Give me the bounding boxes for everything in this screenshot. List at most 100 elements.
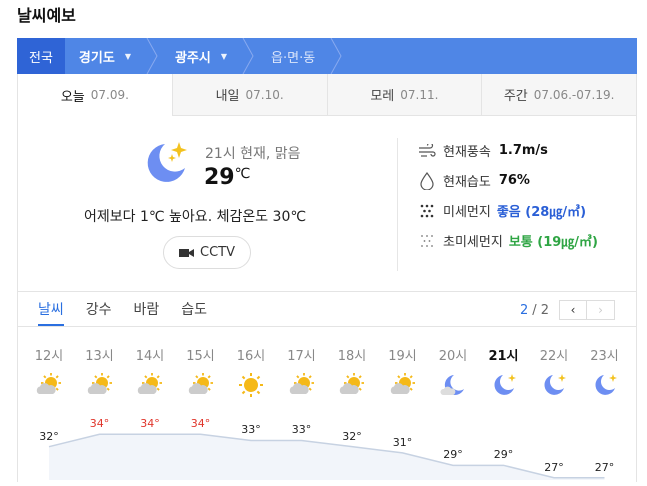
partly-cloudy-sun-icon bbox=[186, 372, 216, 398]
temperature-label: 34° bbox=[89, 417, 110, 431]
chevron-right-icon bbox=[241, 38, 257, 74]
divider bbox=[18, 326, 636, 327]
page-title: 날씨예보 bbox=[17, 6, 76, 25]
hour-label: 13시 bbox=[85, 349, 114, 364]
fine-dust-stat: 초미세먼지 보통 (19㎍/㎥) bbox=[418, 231, 598, 250]
tab-label: 모레 bbox=[370, 89, 395, 104]
tab-humidity[interactable]: 습도 bbox=[181, 299, 207, 326]
tab-day-after[interactable]: 모레 07.11. bbox=[326, 74, 482, 116]
temperature-label: 31° bbox=[392, 435, 413, 449]
cctv-button[interactable]: CCTV bbox=[163, 236, 251, 269]
temperature-unit: ℃ bbox=[234, 166, 251, 182]
partly-cloudy-sun-icon bbox=[85, 372, 115, 398]
next-button[interactable]: › bbox=[587, 300, 616, 320]
tab-label: 오늘 bbox=[60, 89, 85, 105]
temperature-label: 29° bbox=[493, 448, 514, 462]
tab-today[interactable]: 오늘 07.09. bbox=[18, 74, 172, 116]
current-weather-panel: 21시 현재, 맑음 29℃ 어제보다 1℃ 높아요. 체감온도 30℃ CCT… bbox=[17, 116, 637, 292]
partly-cloudy-sun-icon bbox=[388, 372, 418, 398]
hour-label: 22시 bbox=[539, 349, 569, 364]
breadcrumb-town[interactable]: 읍·면·동 bbox=[257, 38, 329, 74]
tab-weekly[interactable]: 주간 07.06.-07.19. bbox=[481, 74, 636, 116]
partly-cloudy-sun-icon bbox=[34, 372, 64, 398]
temperature-label: 34° bbox=[190, 417, 211, 431]
tab-date: 07.09. bbox=[90, 88, 129, 102]
temperature-label: 33° bbox=[291, 423, 312, 437]
temperature-label: 32° bbox=[342, 429, 362, 443]
tab-tomorrow[interactable]: 내일 07.10. bbox=[171, 74, 327, 116]
sun-icon bbox=[236, 372, 266, 398]
hour-label: 23시 bbox=[590, 349, 619, 364]
partly-cloudy-sun-icon bbox=[287, 372, 317, 398]
stat-label: 미세먼지 bbox=[443, 205, 491, 220]
tab-date: 07.10. bbox=[245, 87, 284, 102]
current-status: 21시 현재, 맑음 bbox=[205, 146, 301, 162]
temperature-label: 33° bbox=[241, 423, 261, 437]
humidity-icon bbox=[418, 171, 436, 190]
moon-cloud-icon bbox=[438, 372, 468, 398]
stat-label: 현재풍속 bbox=[443, 145, 491, 160]
temperature-comparison: 어제보다 1℃ 높아요. 체감온도 30℃ bbox=[84, 209, 307, 225]
hourly-forecast: 날씨 강수 바람 습도 2 / 2 ‹ › 12시 13시 14시 15시 16시 17시… bbox=[17, 292, 637, 482]
day-tabs: 오늘 07.09. 내일 07.10. 모레 07.11. 주간 07.06.-07.1… bbox=[17, 74, 637, 116]
divider bbox=[397, 138, 398, 271]
stat-label: 현재습도 bbox=[443, 175, 491, 190]
tab-wind[interactable]: 바람 bbox=[134, 299, 160, 326]
temperature-label: 34° bbox=[140, 417, 160, 431]
breadcrumb-nation[interactable]: 전국 bbox=[17, 38, 65, 74]
moon-star-icon bbox=[590, 372, 620, 398]
tab-precipitation[interactable]: 강수 bbox=[86, 299, 112, 326]
stat-value: 1.7m/s bbox=[498, 143, 548, 158]
partly-cloudy-sun-icon bbox=[337, 372, 367, 398]
moon-star-icon bbox=[489, 372, 519, 398]
dust-icon bbox=[418, 202, 436, 220]
partly-cloudy-sun-icon bbox=[135, 372, 165, 398]
hour-label: 17시 bbox=[287, 349, 316, 364]
hour-label: 18시 bbox=[337, 349, 367, 364]
dust-value: 좋음 (28㎍/㎥) bbox=[496, 205, 587, 220]
breadcrumb-town-label: 읍·면·동 bbox=[271, 50, 316, 66]
tab-date: 07.06.-07.19. bbox=[533, 87, 615, 102]
stat-label: 초미세먼지 bbox=[443, 235, 503, 250]
hour-label: 20시 bbox=[438, 349, 468, 364]
temperature-label: 27° bbox=[544, 460, 564, 474]
temperature-label: 27° bbox=[594, 460, 615, 474]
breadcrumb-city-label: 광주시 bbox=[174, 50, 211, 66]
breadcrumb-city[interactable]: 광주시 ▼ bbox=[161, 38, 241, 74]
camera-icon bbox=[179, 248, 194, 257]
breadcrumb: 전국 경기도 ▼ 광주시 ▼ 읍·면·동 bbox=[17, 38, 637, 74]
wind-stat: 현재풍속 1.7m/s bbox=[418, 141, 548, 160]
dust-stat: 미세먼지 좋음 (28㎍/㎥) bbox=[418, 201, 586, 220]
hour-label: 15시 bbox=[186, 349, 215, 364]
hour-label: 16시 bbox=[236, 349, 266, 364]
tab-weather[interactable]: 날씨 bbox=[38, 299, 64, 326]
temperature-label: 29° bbox=[443, 448, 463, 462]
pager-current: 2 bbox=[520, 302, 529, 318]
hour-label: 14시 bbox=[135, 349, 165, 364]
tab-label: 내일 bbox=[215, 89, 240, 104]
stat-value: 76% bbox=[498, 173, 530, 188]
fine-dust-value: 보통 (19㎍/㎥) bbox=[508, 235, 598, 250]
temperature-label: 32° bbox=[39, 429, 59, 443]
chevron-right-icon bbox=[145, 38, 161, 74]
chevron-right-icon bbox=[329, 38, 345, 74]
fine-dust-icon bbox=[418, 232, 436, 250]
prev-button[interactable]: ‹ bbox=[559, 300, 588, 320]
hour-label: 19시 bbox=[388, 349, 417, 364]
pager-total: / 2 bbox=[532, 302, 550, 318]
temperature-value: 29 bbox=[204, 165, 235, 190]
caret-down-icon: ▼ bbox=[220, 51, 228, 61]
wind-icon bbox=[418, 142, 436, 160]
caret-down-icon: ▼ bbox=[124, 51, 131, 61]
tab-label: 주간 bbox=[503, 89, 528, 104]
humidity-stat: 현재습도 76% bbox=[418, 171, 530, 190]
cctv-label: CCTV bbox=[200, 245, 235, 260]
breadcrumb-nation-label: 전국 bbox=[29, 50, 53, 66]
pager: 2 / 2 ‹ › bbox=[520, 300, 616, 320]
moon-star-icon bbox=[539, 372, 569, 398]
hour-label: 21시 bbox=[488, 349, 519, 364]
breadcrumb-province[interactable]: 경기도 ▼ bbox=[65, 38, 145, 74]
breadcrumb-province-label: 경기도 bbox=[78, 50, 115, 66]
forecast-tabs: 날씨 강수 바람 습도 bbox=[38, 299, 229, 326]
moon-star-icon bbox=[141, 138, 191, 192]
